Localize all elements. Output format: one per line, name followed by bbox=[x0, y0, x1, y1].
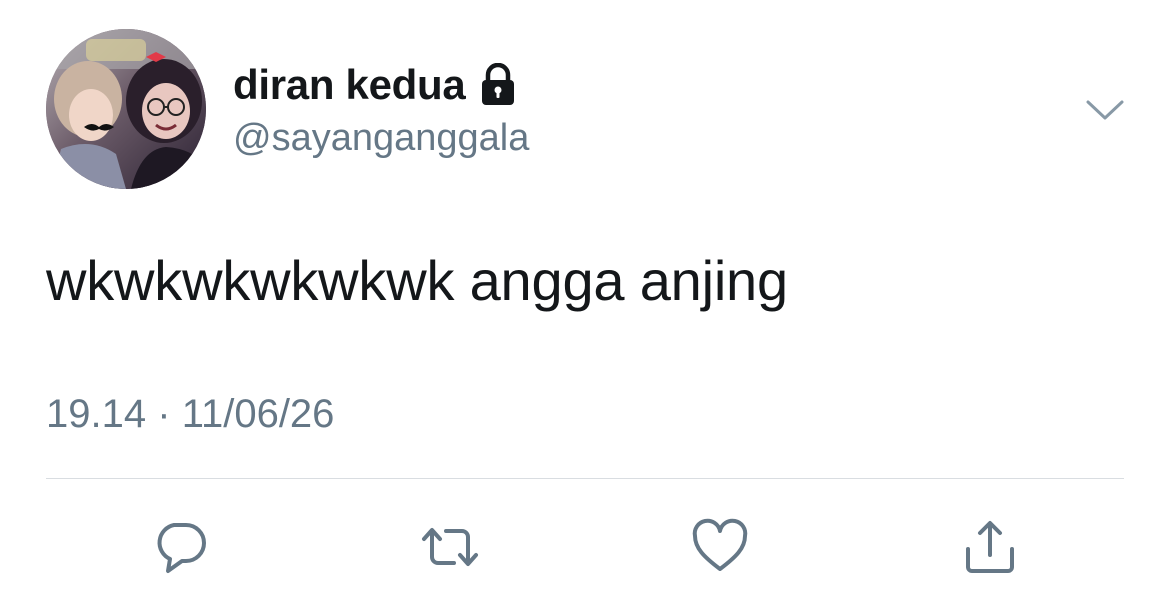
timestamp[interactable]: 19.14 · 11/06/26 bbox=[46, 392, 334, 437]
tweet-text: wkwkwkwkwkwk angga anjing bbox=[46, 249, 788, 312]
share-button[interactable] bbox=[958, 515, 1022, 579]
heart-icon bbox=[692, 518, 748, 571]
lock-icon bbox=[479, 62, 517, 107]
chevron-down-icon[interactable] bbox=[1082, 94, 1128, 126]
retweet-button[interactable] bbox=[418, 515, 482, 579]
divider bbox=[46, 478, 1124, 479]
handle[interactable]: @sayanganggala bbox=[233, 117, 529, 160]
display-name[interactable]: diran kedua bbox=[233, 61, 466, 109]
avatar-photo bbox=[46, 29, 206, 189]
retweet-icon bbox=[422, 528, 478, 566]
tweet: diran kedua @sayanganggala wkwkwkwkwkwk … bbox=[0, 0, 1170, 610]
tweet-date: 11/06/26 bbox=[181, 392, 335, 436]
avatar[interactable] bbox=[46, 29, 206, 189]
tweet-time: 19.14 bbox=[46, 392, 147, 436]
like-button[interactable] bbox=[688, 515, 752, 579]
timestamp-separator: · bbox=[157, 392, 171, 436]
share-icon bbox=[966, 521, 1014, 573]
reply-button[interactable] bbox=[148, 515, 212, 579]
reply-icon bbox=[157, 523, 206, 573]
author-row: diran kedua bbox=[233, 58, 517, 112]
